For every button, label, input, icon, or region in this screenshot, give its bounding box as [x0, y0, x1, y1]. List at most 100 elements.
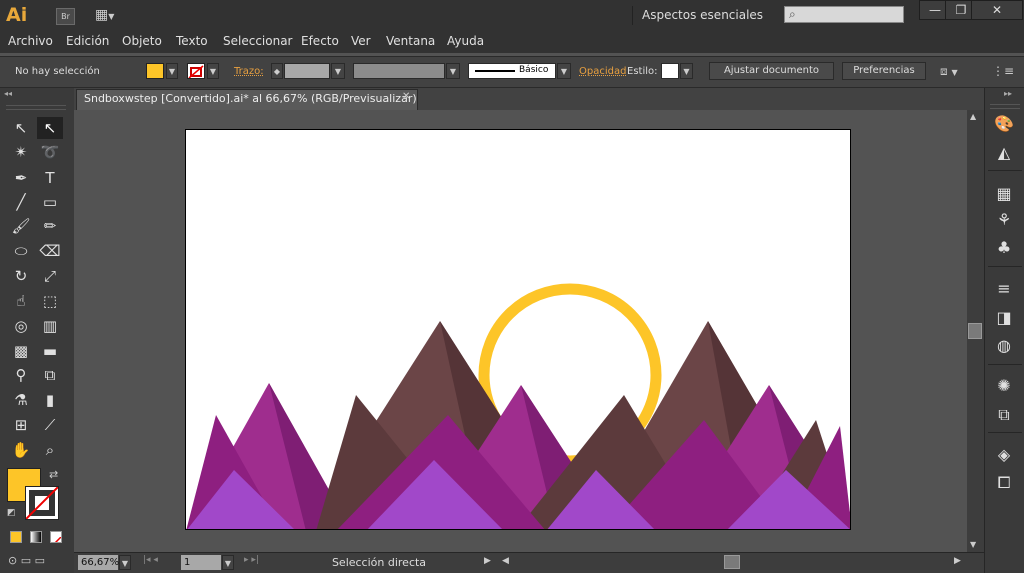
zoom-dropdown[interactable]: ▼	[119, 555, 131, 570]
slice-tool-icon[interactable]: ⟋	[37, 414, 63, 436]
menu-ventana[interactable]: Ventana	[386, 31, 435, 53]
perspective-grid-tool-icon[interactable]: ▥	[37, 315, 63, 337]
default-colors-icon[interactable]: ◩	[7, 508, 17, 518]
scroll-down-icon[interactable]: ▼	[970, 540, 976, 549]
artboard-dropdown[interactable]: ▼	[222, 555, 234, 570]
opacity-label[interactable]: Opacidad	[579, 65, 626, 79]
close-button[interactable]: ✕	[971, 0, 1023, 20]
panel-grip[interactable]	[6, 105, 66, 110]
zoom-field[interactable]: 66,67%	[78, 555, 119, 570]
color-panel-icon[interactable]: 🎨	[991, 112, 1017, 136]
close-tab-icon[interactable]: ✕	[402, 91, 410, 102]
variable-width-dropdown[interactable]: ▼	[446, 63, 460, 79]
scroll-up-icon[interactable]: ▲	[970, 112, 976, 121]
status-menu-icon[interactable]: ▶	[484, 556, 491, 566]
direct-selection-tool-icon[interactable]: ↖	[37, 117, 63, 139]
menu-edicion[interactable]: Edición	[66, 31, 109, 53]
symbol-sprayer-tool-icon[interactable]: ⚗	[8, 389, 34, 411]
dock-grip[interactable]	[990, 104, 1020, 109]
swap-colors-icon[interactable]: ⇄	[49, 468, 58, 481]
bridge-button[interactable]: Br	[56, 8, 75, 25]
variable-width-profile[interactable]	[353, 63, 445, 79]
menu-ver[interactable]: Ver	[351, 31, 371, 53]
collapse-panel-icon[interactable]: ◂◂	[4, 89, 12, 98]
selection-tool-icon[interactable]: ↖	[8, 117, 34, 139]
fill-dropdown[interactable]: ▼	[166, 63, 178, 79]
stroke-panel-icon[interactable]: ≡	[991, 277, 1017, 301]
align-options-button[interactable]: ⧈ ▼	[940, 63, 972, 79]
menu-seleccionar[interactable]: Seleccionar	[223, 31, 292, 53]
mountain-sunset-artwork[interactable]	[186, 130, 851, 530]
screen-mode-buttons[interactable]: ⊙ ▭ ▭	[8, 554, 66, 570]
blend-tool-icon[interactable]: ⧉	[37, 364, 63, 386]
expand-panels-icon[interactable]: ▸▸	[1004, 89, 1012, 98]
first-artboard-icon[interactable]: |◂ ◂	[143, 555, 158, 565]
gradient-tool-icon[interactable]: ▬	[37, 340, 63, 362]
menu-efecto[interactable]: Efecto	[301, 31, 339, 53]
brushes-panel-icon[interactable]: ⚘	[991, 208, 1017, 232]
free-transform-tool-icon[interactable]: ⬚	[37, 290, 63, 312]
fill-color-swatch[interactable]	[146, 63, 164, 79]
graphic-styles-panel-icon[interactable]: ⧉	[991, 403, 1017, 427]
artboard-number-field[interactable]: 1	[181, 555, 221, 570]
adjust-document-button[interactable]: Ajustar documento	[709, 62, 834, 80]
scroll-left-icon[interactable]: ◀	[502, 556, 509, 566]
stroke-label[interactable]: Trazo:	[234, 65, 264, 79]
vertical-scroll-thumb[interactable]	[968, 323, 982, 339]
menu-texto[interactable]: Texto	[176, 31, 208, 53]
appearance-panel-icon[interactable]: ✺	[991, 374, 1017, 398]
line-tool-icon[interactable]: ╱	[8, 191, 34, 213]
stroke-swatch-large[interactable]	[25, 486, 59, 520]
color-mode-button[interactable]	[10, 531, 22, 543]
column-graph-tool-icon[interactable]: ▮	[37, 389, 63, 411]
pencil-tool-icon[interactable]: ✏	[37, 215, 63, 237]
menu-ayuda[interactable]: Ayuda	[447, 31, 484, 53]
warp-tool-icon[interactable]: ☝	[8, 290, 34, 312]
layers-panel-icon[interactable]: ◈	[991, 443, 1017, 467]
paintbrush-tool-icon[interactable]: 🖌	[8, 215, 34, 237]
zoom-tool-icon[interactable]: ⌕	[37, 439, 63, 461]
next-artboard-icon[interactable]: ▸ ▸|	[244, 555, 259, 565]
graphic-style-swatch[interactable]	[661, 63, 679, 79]
artboard[interactable]	[185, 129, 851, 530]
horizontal-scroll-thumb[interactable]	[724, 555, 740, 569]
rectangle-tool-icon[interactable]: ▭	[37, 191, 63, 213]
blob-brush-tool-icon[interactable]: ⬭	[8, 240, 34, 262]
preferences-button[interactable]: Preferencias	[842, 62, 926, 80]
workspace-switcher[interactable]: Aspectos esenciales ▼	[632, 6, 768, 40]
stroke-weight-field[interactable]	[284, 63, 330, 79]
brush-dropdown[interactable]: ▼	[557, 63, 571, 79]
artboard-tool-icon[interactable]: ⊞	[8, 414, 34, 436]
scale-tool-icon[interactable]: ⤢	[37, 265, 63, 287]
stroke-color-swatch[interactable]	[187, 63, 205, 79]
transparency-panel-icon[interactable]: ◍	[991, 334, 1017, 358]
brush-profile-label: Básico	[519, 65, 549, 75]
scroll-right-icon[interactable]: ▶	[954, 556, 961, 566]
menu-objeto[interactable]: Objeto	[122, 31, 162, 53]
control-panel-menu[interactable]: ⋮≡	[992, 63, 1016, 79]
stroke-weight-dropdown[interactable]: ▼	[331, 63, 345, 79]
gradient-panel-icon[interactable]: ◨	[991, 306, 1017, 330]
arrange-documents-button[interactable]: ▦▼	[95, 7, 125, 24]
stroke-weight-stepper[interactable]: ◆	[271, 63, 283, 79]
rotate-tool-icon[interactable]: ↻	[8, 265, 34, 287]
pen-tool-icon[interactable]: ✒	[8, 167, 34, 189]
color-guide-icon[interactable]: ◭	[991, 141, 1017, 165]
menu-archivo[interactable]: Archivo	[8, 31, 53, 53]
lasso-tool-icon[interactable]: ➰	[37, 141, 63, 163]
artboards-panel-icon[interactable]: ⧠	[991, 471, 1017, 495]
none-mode-button[interactable]	[50, 531, 62, 543]
type-tool-icon[interactable]: T	[37, 167, 63, 189]
brush-definition-field[interactable]: Básico	[468, 63, 556, 79]
stroke-dropdown[interactable]: ▼	[207, 63, 219, 79]
shape-builder-tool-icon[interactable]: ◎	[8, 315, 34, 337]
magic-wand-tool-icon[interactable]: ✴	[8, 141, 34, 163]
hand-tool-icon[interactable]: ✋	[8, 439, 34, 461]
eyedropper-tool-icon[interactable]: ⚲	[8, 364, 34, 386]
graphic-style-dropdown[interactable]: ▼	[680, 63, 693, 79]
gradient-mode-button[interactable]	[30, 531, 42, 543]
mesh-tool-icon[interactable]: ▩	[8, 340, 34, 362]
eraser-tool-icon[interactable]: ⌫	[37, 240, 63, 262]
swatches-panel-icon[interactable]: ▦	[991, 182, 1017, 206]
symbols-panel-icon[interactable]: ♣	[991, 236, 1017, 260]
